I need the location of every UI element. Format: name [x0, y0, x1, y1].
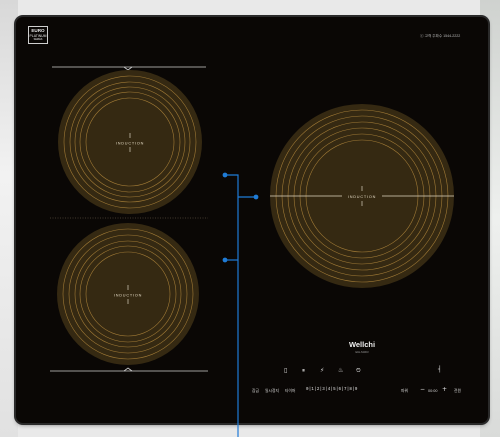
lock-label[interactable]: 잠금	[252, 389, 259, 394]
lock-icon[interactable]: ▯	[284, 368, 287, 374]
timer-label[interactable]: 타이머	[285, 389, 295, 394]
service-number: ⓒ 고객 주파수 1544-2222	[420, 34, 461, 38]
cooking-zones: INDUCTION INDUCTION INDUCTION	[50, 66, 454, 437]
zone-label-right: INDUCTION	[348, 195, 376, 199]
logo-line-1: EURO	[31, 28, 45, 33]
zone-select-icon[interactable]: ┤	[438, 367, 442, 373]
timer-display: 00:00	[428, 389, 438, 393]
pause-label[interactable]: 일시정지	[265, 389, 279, 394]
timer-minus-button[interactable]: −	[420, 386, 425, 393]
logo-line-3: SERIES	[33, 38, 43, 41]
timer-icon[interactable]: ⏲	[356, 368, 361, 374]
power-level-slider[interactable]: 0|1|2|3|4|5|6|7|8|9	[306, 388, 398, 392]
cooking-zone-right: INDUCTION	[270, 104, 454, 288]
power-on-off-label[interactable]: 전원	[454, 389, 461, 394]
callout-lines	[222, 172, 259, 437]
brand-name: Wellchi	[348, 340, 376, 349]
zone-label-top-left: INDUCTION	[116, 142, 144, 146]
cooking-zone-top-left: INDUCTION	[52, 66, 206, 214]
model-number: EIH-M4D3	[355, 350, 369, 354]
timer-plus-button[interactable]: +	[442, 386, 447, 393]
zone-label-bottom-left: INDUCTION	[114, 294, 142, 298]
euro-platinum-logo: EURO PLATINUM SERIES	[28, 26, 48, 44]
pause-icon[interactable]: ⏸	[302, 368, 305, 374]
cooking-zone-bottom-left: INDUCTION	[50, 223, 208, 372]
power-label[interactable]: 파워	[401, 389, 408, 394]
warm-icon[interactable]: ♨	[338, 368, 343, 374]
power-boost-icon[interactable]: ⚡	[320, 368, 324, 374]
